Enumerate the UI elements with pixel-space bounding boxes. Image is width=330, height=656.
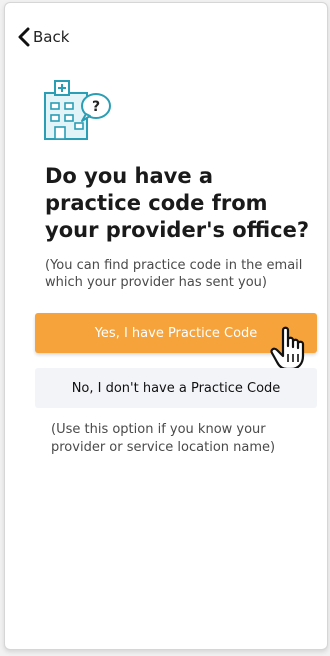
back-label: Back xyxy=(33,28,70,46)
screen: Back ? Do you have a practice code from … xyxy=(4,2,328,650)
no-option-note: (Use this option if you know your provid… xyxy=(51,422,276,455)
page-subtitle: (You can find practice code in the email… xyxy=(45,258,303,290)
hospital-question-icon: ? xyxy=(44,80,111,140)
back-button[interactable]: Back xyxy=(17,27,69,47)
svg-text:?: ? xyxy=(92,99,100,115)
page-title: Do you have a practice code from your pr… xyxy=(45,164,310,242)
no-practice-code-button[interactable]: No, I don't have a Practice Code xyxy=(35,368,317,408)
chevron-left-icon xyxy=(18,27,30,47)
hand-pointer-icon xyxy=(270,326,305,371)
